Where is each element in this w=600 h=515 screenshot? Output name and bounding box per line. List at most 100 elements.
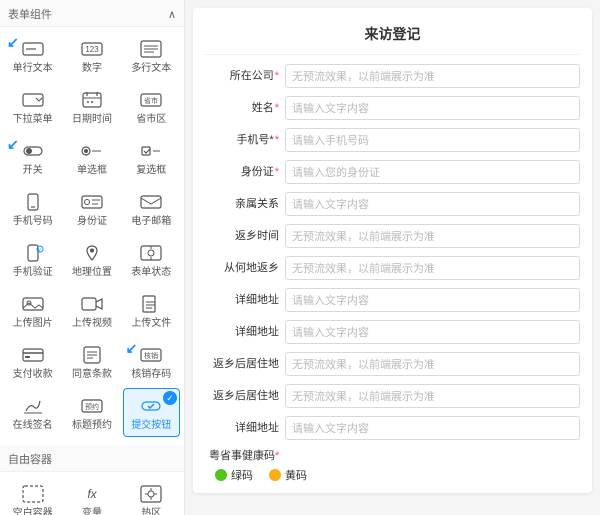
upload-video-icon [78,293,106,315]
comp-single-text[interactable]: ↙ 单行文本 [4,31,61,80]
comp-payment[interactable]: 支付收款 [4,337,61,386]
comp-esign[interactable]: 在线签名 [4,388,61,437]
upload-image-label: 上传图片 [13,318,53,330]
comp-upload-file[interactable]: 上传文件 [123,286,180,335]
empty-container-label: 空白容器 [13,508,53,515]
city-icon: 省市 [137,89,165,111]
form-row-mobile: 手机号**请输入手机号码 [205,127,580,153]
svg-text:123: 123 [85,45,99,54]
arrow-indicator3: ↙ [126,340,138,357]
comp-form-status[interactable]: 表单状态 [123,235,180,284]
comp-multi-text[interactable]: 多行文本 [123,31,180,80]
upload-video-label: 上传视频 [72,318,112,330]
comp-verify-code[interactable]: ↙ 核销 核销存码 [123,337,180,386]
comp-terms[interactable]: 同意条款 [63,337,120,386]
form-row-relation: 亲属关系请输入文字内容 [205,191,580,217]
form-row-from-where: 从何地返乡无预流效果，以前端展示为准 [205,255,580,281]
form-row-company: 所在公司*无预流效果，以前端展示为准 [205,63,580,89]
multi-text-label: 多行文本 [131,63,171,75]
field-label-relation: 亲属关系 [205,197,285,211]
svg-text:核销: 核销 [144,351,158,360]
form-row-name: 姓名*请输入文字内容 [205,95,580,121]
right-panel: 来访登记 所在公司*无预流效果，以前端展示为准姓名*请输入文字内容手机号**请输… [185,0,600,515]
form-row-home-addr2: 返乡后居住地无预流效果，以前端展示为准 [205,383,580,409]
hotzone-label: 热区 [141,508,161,515]
svg-text:✓: ✓ [38,248,42,254]
number-label: 数字 [82,63,102,75]
form-row-detail-addr1: 详细地址请输入文字内容 [205,287,580,313]
checkbox-icon [137,140,165,162]
comp-reservation[interactable]: 预约 标题预约 [63,388,120,437]
radio-yellow[interactable]: 黄码 [269,467,307,483]
upload-file-icon [137,293,165,315]
dropdown-label: 下拉菜单 [13,114,53,126]
comp-idcard[interactable]: 身份证 [63,184,120,233]
comp-upload-video[interactable]: 上传视频 [63,286,120,335]
comp-submit-btn[interactable]: ✓ 提交按钮 [123,388,180,437]
field-input-mobile[interactable]: 请输入手机号码 [285,128,580,152]
field-input-relation[interactable]: 请输入文字内容 [285,192,580,216]
form-card: 来访登记 所在公司*无预流效果，以前端展示为准姓名*请输入文字内容手机号**请输… [193,8,592,493]
section-label-self: 自由容器 [8,451,52,467]
field-label-home-addr1: 返乡后居住地 [205,357,285,371]
form-title: 来访登记 [205,18,580,55]
toggle-label: 开关 [23,165,43,177]
field-input-return-time[interactable]: 无预流效果，以前端展示为准 [285,224,580,248]
left-panel: 表单组件 ∧ ↙ 单行文本 123 数字 [0,0,185,515]
dropdown-icon [19,89,47,111]
field-input-detail-addr1[interactable]: 请输入文字内容 [285,288,580,312]
location-label: 地理位置 [72,267,112,279]
section-label-form: 表单组件 [8,6,52,22]
field-input-company[interactable]: 无预流效果，以前端展示为准 [285,64,580,88]
payment-label: 支付收款 [13,369,53,381]
components-grid: ↙ 单行文本 123 数字 [0,27,184,441]
field-input-name[interactable]: 请输入文字内容 [285,96,580,120]
verify-code-label: 核销存码 [131,369,171,381]
variable-icon: fx [78,483,106,505]
variable-label: 变量 [82,508,102,515]
field-input-idcard[interactable]: 请输入您的身份证 [285,160,580,184]
svg-text:省市: 省市 [144,96,158,105]
field-label-home-addr2: 返乡后居住地 [205,389,285,403]
comp-phone[interactable]: 手机号码 [4,184,61,233]
datetime-label: 日期时间 [72,114,112,126]
field-input-home-addr2[interactable]: 无预流效果，以前端展示为准 [285,384,580,408]
radio-green[interactable]: 绿码 [215,467,253,483]
comp-datetime[interactable]: 日期时间 [63,82,120,131]
form-fields-container: 所在公司*无预流效果，以前端展示为准姓名*请输入文字内容手机号**请输入手机号码… [205,63,580,441]
field-label-detail-addr2: 详细地址 [205,325,285,339]
comp-phone-verify[interactable]: ✓ 手机验证 [4,235,61,284]
comp-hotzone[interactable]: 热区 [123,476,180,515]
svg-text:预约: 预约 [85,402,99,411]
field-input-home-addr1[interactable]: 无预流效果，以前端展示为准 [285,352,580,376]
idcard-label: 身份证 [77,216,107,228]
terms-label: 同意条款 [72,369,112,381]
comp-checkbox[interactable]: 复选框 [123,133,180,182]
comp-upload-image[interactable]: 上传图片 [4,286,61,335]
phone-verify-label: 手机验证 [13,267,53,279]
single-text-icon [19,38,47,60]
comp-city[interactable]: 省市 省市区 [123,82,180,131]
form-row-detail-addr3: 详细地址请输入文字内容 [205,415,580,441]
section-header-self: 自由容器 [0,445,184,472]
field-label-idcard: 身份证* [205,165,285,179]
svg-text:fx: fx [87,487,97,501]
section-header-form: 表单组件 ∧ [0,0,184,27]
comp-toggle[interactable]: ↙ 开关 [4,133,61,182]
comp-location[interactable]: 地理位置 [63,235,120,284]
comp-radio[interactable]: 单选框 [63,133,120,182]
comp-variable[interactable]: fx 变量 [63,476,120,515]
field-input-detail-addr3[interactable]: 请输入文字内容 [285,416,580,440]
comp-number[interactable]: 123 数字 [63,31,120,80]
comp-dropdown[interactable]: 下拉菜单 [4,82,61,131]
comp-email[interactable]: 电子邮箱 [123,184,180,233]
radio-group: 绿码 黄码 [205,467,580,483]
upload-image-icon [19,293,47,315]
radio-yellow-label: 黄码 [285,467,307,483]
idcard-icon [78,191,106,213]
field-input-from-where[interactable]: 无预流效果，以前端展示为准 [285,256,580,280]
section-collapse-icon[interactable]: ∧ [168,8,176,21]
field-input-detail-addr2[interactable]: 请输入文字内容 [285,320,580,344]
form-row-return-time: 返乡时间无预流效果，以前端展示为准 [205,223,580,249]
comp-empty-container[interactable]: 空白容器 [4,476,61,515]
